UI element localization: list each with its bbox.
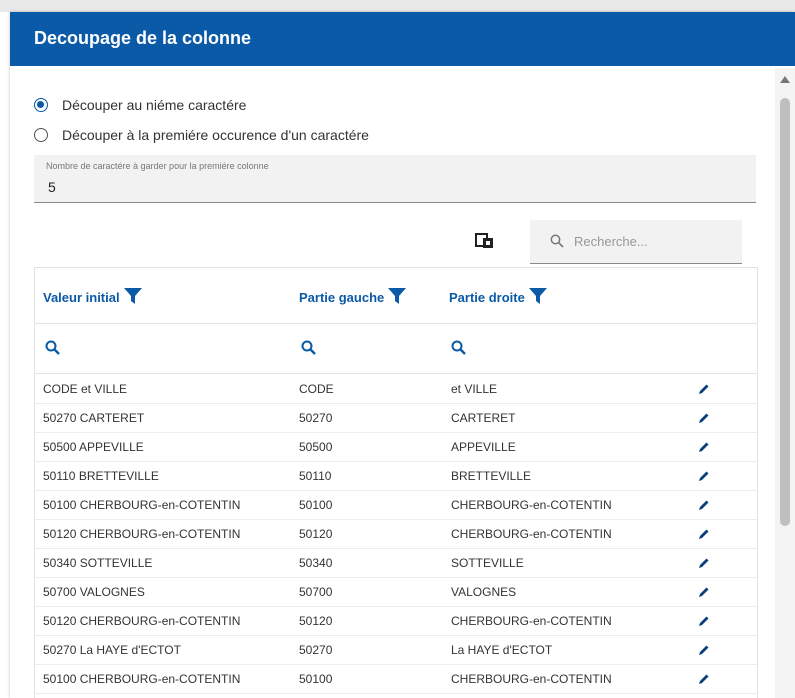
cell-initial: 50110 BRETTEVILLE bbox=[43, 469, 159, 483]
cell-left: 50500 bbox=[299, 440, 333, 454]
table-row[interactable]: 50110 BRETTEVILLE 50110 BRETTEVILLE bbox=[35, 461, 757, 491]
table-row[interactable]: 50270 La HAYE d'ECTOT 50270 La HAYE d'EC… bbox=[35, 635, 757, 665]
background-strip bbox=[0, 0, 795, 12]
cell-right: BRETTEVILLE bbox=[451, 469, 532, 483]
radio-option-first-occurrence[interactable]: Découper à la premiére occurence d'un ca… bbox=[34, 127, 369, 143]
cell-left: 50270 bbox=[299, 411, 333, 425]
cell-right: CHERBOURG-en-COTENTIN bbox=[451, 527, 612, 541]
table-row[interactable]: 50340 SOTTEVILLE 50340 SOTTEVILLE bbox=[35, 548, 757, 578]
edit-icon[interactable] bbox=[698, 528, 710, 543]
search-icon[interactable] bbox=[45, 340, 60, 360]
cell-left: 50340 bbox=[299, 556, 333, 570]
column-header-left-part[interactable]: Partie gauche bbox=[299, 288, 407, 307]
scroll-up-arrow-icon[interactable] bbox=[780, 76, 790, 83]
funnel-icon[interactable] bbox=[388, 288, 407, 307]
cell-initial: 50270 CARTERET bbox=[43, 411, 145, 425]
cell-left: 50120 bbox=[299, 614, 333, 628]
column-header-label: Partie droite bbox=[449, 290, 525, 305]
char-count-value[interactable]: 5 bbox=[48, 179, 56, 195]
edit-icon[interactable] bbox=[698, 412, 710, 427]
cell-left: 50270 bbox=[299, 643, 333, 657]
cell-left: 50100 bbox=[299, 498, 333, 512]
search-icon[interactable] bbox=[451, 340, 466, 360]
cell-left: CODE bbox=[299, 382, 334, 396]
column-header-right-part[interactable]: Partie droite bbox=[449, 288, 547, 307]
edit-icon[interactable] bbox=[698, 470, 710, 485]
edit-icon[interactable] bbox=[698, 557, 710, 572]
search-icon bbox=[550, 234, 564, 253]
cell-initial: 50700 VALOGNES bbox=[43, 585, 145, 599]
split-column-dialog: Decoupage de la colonne Découper au niém… bbox=[10, 12, 795, 698]
cell-right: et VILLE bbox=[451, 382, 498, 396]
table-row[interactable]: 50100 CHERBOURG-en-COTENTIN 50100 CHERBO… bbox=[35, 664, 757, 694]
edit-icon[interactable] bbox=[698, 644, 710, 659]
column-header-label: Partie gauche bbox=[299, 290, 385, 305]
export-icon[interactable] bbox=[475, 232, 495, 250]
cell-initial: 50100 CHERBOURG-en-COTENTIN bbox=[43, 672, 241, 686]
column-header-label: Valeur initial bbox=[43, 290, 120, 305]
cell-left: 50120 bbox=[299, 527, 333, 541]
search-icon[interactable] bbox=[301, 340, 316, 360]
preview-table: Valeur initial Partie gauche Partie droi… bbox=[34, 267, 758, 698]
table-row[interactable]: CODE et VILLE CODE et VILLE bbox=[35, 374, 757, 404]
table-row[interactable]: 50500 APPEVILLE 50500 APPEVILLE bbox=[35, 432, 757, 462]
funnel-icon[interactable] bbox=[123, 288, 142, 307]
edit-icon[interactable] bbox=[698, 615, 710, 630]
column-filter-row bbox=[35, 323, 757, 374]
vertical-scrollbar[interactable] bbox=[775, 68, 795, 698]
scrollbar-thumb[interactable] bbox=[780, 98, 790, 526]
cell-left: 50100 bbox=[299, 672, 333, 686]
search-input[interactable] bbox=[572, 233, 726, 250]
cell-right: La HAYE d'ECTOT bbox=[451, 643, 553, 657]
cell-right: CHERBOURG-en-COTENTIN bbox=[451, 614, 612, 628]
cell-initial: 50120 CHERBOURG-en-COTENTIN bbox=[43, 527, 241, 541]
edit-icon[interactable] bbox=[698, 499, 710, 514]
radio-label-nth: Découper au niéme caractére bbox=[62, 97, 247, 113]
dialog-header: Decoupage de la colonne bbox=[10, 12, 795, 66]
cell-initial: CODE et VILLE bbox=[43, 382, 128, 396]
radio-label-first: Découper à la premiére occurence d'un ca… bbox=[62, 127, 369, 143]
funnel-icon[interactable] bbox=[528, 288, 547, 307]
cell-initial: 50120 CHERBOURG-en-COTENTIN bbox=[43, 614, 241, 628]
cell-right: VALOGNES bbox=[451, 585, 517, 599]
radio-button-first[interactable] bbox=[34, 128, 48, 142]
radio-option-nth-char[interactable]: Découper au niéme caractére bbox=[34, 97, 246, 113]
cell-left: 50700 bbox=[299, 585, 333, 599]
radio-button-nth[interactable] bbox=[34, 98, 48, 112]
cell-right: APPEVILLE bbox=[451, 440, 516, 454]
table-search[interactable] bbox=[530, 220, 742, 264]
cell-initial: 50270 La HAYE d'ECTOT bbox=[43, 643, 181, 657]
cell-right: CHERBOURG-en-COTENTIN bbox=[451, 498, 612, 512]
table-header: Valeur initial Partie gauche Partie droi… bbox=[35, 268, 757, 324]
char-count-label: Nombre de caractére à garder pour la pre… bbox=[46, 161, 269, 171]
table-row[interactable]: 50700 VALOGNES 50700 VALOGNES bbox=[35, 577, 757, 607]
cell-right: SOTTEVILLE bbox=[451, 556, 524, 570]
cell-right: CHERBOURG-en-COTENTIN bbox=[451, 672, 612, 686]
edit-icon[interactable] bbox=[698, 441, 710, 456]
cell-left: 50110 bbox=[299, 469, 332, 483]
cell-initial: 50100 CHERBOURG-en-COTENTIN bbox=[43, 498, 241, 512]
edit-icon[interactable] bbox=[698, 673, 710, 688]
char-count-field[interactable]: Nombre de caractére à garder pour la pre… bbox=[34, 155, 756, 203]
column-header-initial[interactable]: Valeur initial bbox=[43, 288, 142, 307]
table-row[interactable]: 50100 CHERBOURG-en-COTENTIN 50100 CHERBO… bbox=[35, 490, 757, 520]
cell-initial: 50340 SOTTEVILLE bbox=[43, 556, 153, 570]
edit-icon[interactable] bbox=[698, 383, 710, 398]
table-row[interactable]: 50120 CHERBOURG-en-COTENTIN 50120 CHERBO… bbox=[35, 519, 757, 549]
dialog-title: Decoupage de la colonne bbox=[34, 28, 252, 48]
cell-initial: 50500 APPEVILLE bbox=[43, 440, 144, 454]
table-row[interactable]: 50120 CHERBOURG-en-COTENTIN 50120 CHERBO… bbox=[35, 606, 757, 636]
cell-right: CARTERET bbox=[451, 411, 516, 425]
edit-icon[interactable] bbox=[698, 586, 710, 601]
table-row[interactable]: 50270 CARTERET 50270 CARTERET bbox=[35, 403, 757, 433]
